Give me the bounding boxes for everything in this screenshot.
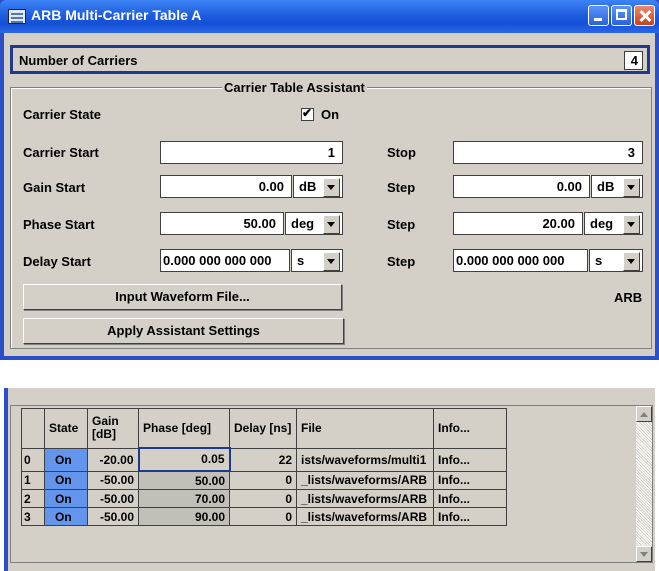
delay-step-unit-select[interactable]: s	[589, 249, 643, 272]
gain-step-field[interactable]: 0.00	[453, 175, 590, 198]
carrier-state-checkbox[interactable]	[301, 106, 314, 121]
delay-cell[interactable]: 0	[229, 470, 297, 490]
table-header-row: State Gain [dB] Phase [deg] Delay [ns] F…	[21, 408, 507, 449]
state-cell[interactable]: On	[44, 470, 88, 490]
delay-step-label: Step	[387, 254, 416, 269]
carrier-table: State Gain [dB] Phase [deg] Delay [ns] F…	[21, 408, 507, 526]
gain-cell[interactable]: -50.00	[87, 470, 139, 490]
number-of-carriers-label: Number of Carriers	[19, 53, 138, 68]
row-index: 3	[21, 507, 45, 526]
delay-start-unit-select[interactable]: s	[291, 249, 343, 272]
delay-step-unit-value: s	[595, 253, 603, 268]
phase-start-field[interactable]: 50.00	[160, 212, 284, 235]
phase-cell[interactable]: 90.00	[138, 507, 230, 526]
column-header-phase[interactable]: Phase [deg]	[138, 408, 230, 449]
column-header-delay[interactable]: Delay [ns]	[229, 408, 297, 449]
chevron-down-icon[interactable]	[623, 252, 640, 271]
carrier-start-label: Carrier Start	[23, 145, 99, 160]
input-waveform-file-button[interactable]: Input Waveform File...	[23, 284, 342, 310]
delay-start-unit-value: s	[297, 253, 305, 268]
phase-step-field[interactable]: 20.00	[453, 212, 583, 235]
gain-cell[interactable]: -50.00	[87, 489, 139, 508]
table-row: 1 On -50.00 50.00 0 _lists/waveforms/ARB…	[21, 470, 507, 490]
gain-cell[interactable]: -50.00	[87, 507, 139, 526]
info-cell[interactable]: Info...	[433, 489, 507, 508]
table-row: 0 On -20.00 0.05 22 ists/waveforms/multi…	[21, 447, 507, 472]
number-of-carriers-field[interactable]: 4	[624, 51, 643, 70]
row-index: 0	[21, 447, 45, 472]
chevron-down-icon[interactable]	[323, 178, 340, 197]
info-cell[interactable]: Info...	[433, 507, 507, 526]
table-vertical-scrollbar[interactable]	[636, 406, 652, 562]
maximize-button[interactable]	[611, 5, 632, 26]
column-header-state[interactable]: State	[44, 408, 88, 449]
phase-step-label: Step	[387, 217, 416, 232]
app-table-icon	[8, 9, 26, 24]
apply-assistant-settings-button[interactable]: Apply Assistant Settings	[23, 318, 344, 344]
delay-cell[interactable]: 0	[229, 507, 297, 526]
info-cell[interactable]: Info...	[433, 447, 507, 472]
carrier-state-on-label: On	[321, 107, 340, 122]
close-button[interactable]	[634, 5, 655, 26]
delay-start-field[interactable]: 0.000 000 000 000	[160, 249, 290, 272]
state-cell[interactable]: On	[44, 507, 88, 526]
table-row: 3 On -50.00 90.00 0 _lists/waveforms/ARB…	[21, 507, 507, 526]
scroll-down-icon[interactable]	[636, 546, 652, 562]
column-header-file[interactable]: File	[296, 408, 434, 449]
waveform-file-value: ARB	[614, 290, 643, 305]
chevron-down-icon[interactable]	[323, 252, 340, 271]
carrier-stop-field[interactable]: 3	[453, 141, 643, 164]
column-header-gain[interactable]: Gain [dB]	[87, 408, 139, 449]
phase-step-unit-value: deg	[590, 216, 614, 231]
phase-cell[interactable]: 0.05	[137, 447, 231, 472]
gain-start-unit-value: dB	[299, 179, 317, 194]
chevron-down-icon[interactable]	[323, 215, 340, 234]
gain-step-unit-select[interactable]: dB	[591, 175, 643, 198]
minimize-button[interactable]	[588, 5, 609, 26]
gain-step-label: Step	[387, 180, 416, 195]
chevron-down-icon[interactable]	[623, 178, 640, 197]
phase-start-unit-value: deg	[291, 216, 315, 231]
gain-step-unit-value: dB	[597, 179, 615, 194]
info-cell[interactable]: Info...	[433, 470, 507, 490]
group-title: Carrier Table Assistant	[222, 80, 367, 95]
gain-start-unit-select[interactable]: dB	[293, 175, 343, 198]
scroll-up-icon[interactable]	[636, 406, 652, 422]
file-cell[interactable]: _lists/waveforms/ARB	[296, 489, 434, 508]
file-cell[interactable]: ists/waveforms/multi1	[296, 447, 434, 472]
number-of-carriers-row: Number of Carriers 4	[10, 45, 650, 74]
carrier-start-field[interactable]: 1	[160, 141, 343, 164]
file-cell[interactable]: _lists/waveforms/ARB	[296, 507, 434, 526]
state-cell[interactable]: On	[44, 447, 88, 472]
file-cell[interactable]: _lists/waveforms/ARB	[296, 470, 434, 490]
delay-cell[interactable]: 0	[229, 489, 297, 508]
gain-start-field[interactable]: 0.00	[160, 175, 292, 198]
phase-cell[interactable]: 50.00	[138, 470, 230, 490]
delay-step-field[interactable]: 0.000 000 000 000	[453, 249, 588, 272]
state-cell[interactable]: On	[44, 489, 88, 508]
chevron-down-icon[interactable]	[623, 215, 640, 234]
row-index-header	[21, 408, 45, 449]
window-title: ARB Multi-Carrier Table A	[31, 7, 202, 23]
column-header-info[interactable]: Info...	[433, 408, 507, 449]
phase-start-unit-select[interactable]: deg	[285, 212, 343, 235]
delay-cell[interactable]: 22	[229, 447, 297, 472]
table-row: 2 On -50.00 70.00 0 _lists/waveforms/ARB…	[21, 489, 507, 508]
gain-cell[interactable]: -20.00	[87, 447, 139, 472]
row-index: 2	[21, 489, 45, 508]
gain-start-label: Gain Start	[23, 180, 86, 195]
row-index: 1	[21, 470, 45, 490]
carrier-stop-label: Stop	[387, 145, 416, 160]
carrier-state-label: Carrier State	[23, 107, 102, 122]
phase-start-label: Phase Start	[23, 217, 95, 232]
title-bar[interactable]: ARB Multi-Carrier Table A	[0, 0, 659, 33]
delay-start-label: Delay Start	[23, 254, 91, 269]
phase-step-unit-select[interactable]: deg	[584, 212, 643, 235]
phase-cell[interactable]: 70.00	[138, 489, 230, 508]
